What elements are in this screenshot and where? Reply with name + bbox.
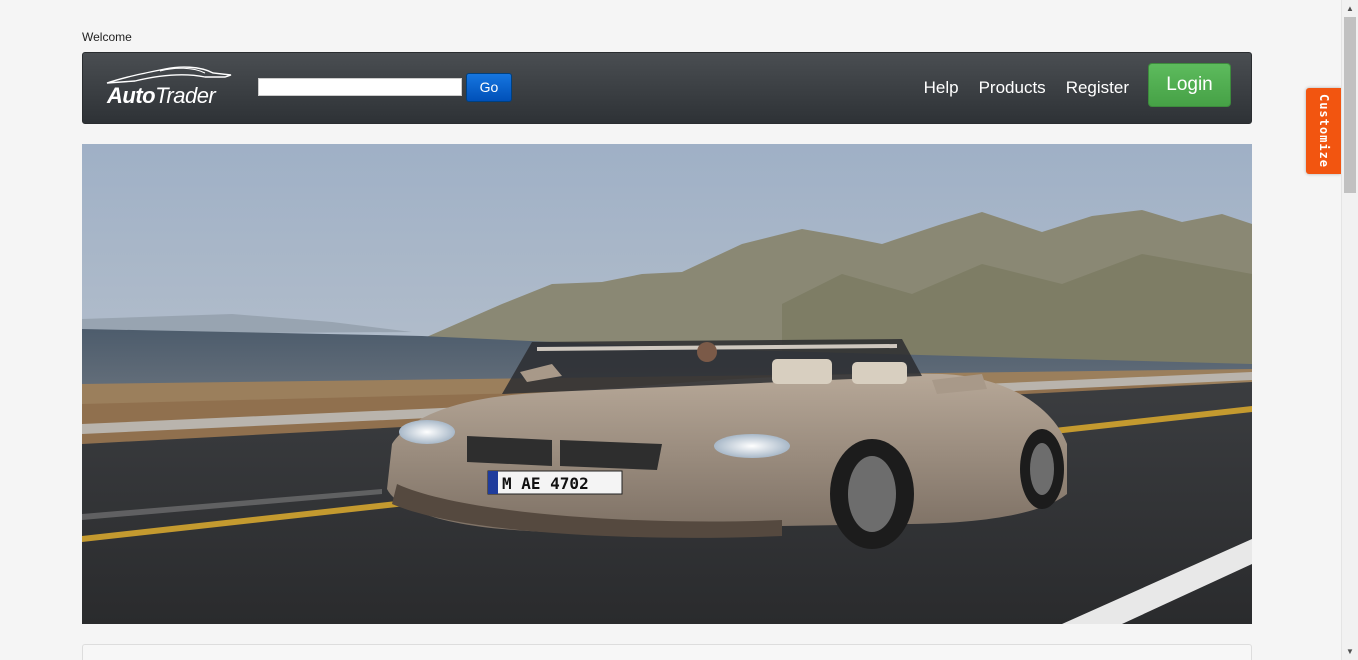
logo-text-auto: Auto <box>107 83 156 108</box>
welcome-text: Welcome <box>82 30 132 44</box>
autotrader-logo[interactable]: AutoTrader <box>105 63 235 111</box>
nav-links: Help Products Register <box>924 77 1129 99</box>
go-button[interactable]: Go <box>466 73 512 102</box>
logo-text-trader: Trader <box>155 83 216 108</box>
login-button[interactable]: Login <box>1148 63 1231 107</box>
scroll-thumb[interactable] <box>1344 17 1356 193</box>
hero-image-car: M AE 4702 <box>82 144 1252 624</box>
search-input[interactable] <box>258 78 462 96</box>
customize-tab[interactable]: Customize <box>1306 88 1341 174</box>
scroll-up-icon[interactable]: ▲ <box>1342 0 1358 17</box>
customize-tab-label: Customize <box>1316 93 1331 169</box>
content-panel <box>82 644 1252 660</box>
nav-link-products[interactable]: Products <box>979 77 1046 99</box>
svg-text:M AE 4702: M AE 4702 <box>502 474 589 493</box>
vertical-scrollbar[interactable]: ▲ ▼ <box>1341 0 1358 660</box>
hero-photo: M AE 4702 <box>82 144 1252 624</box>
nav-link-help[interactable]: Help <box>924 77 959 99</box>
logo-text: AutoTrader <box>107 83 216 109</box>
nav-link-register[interactable]: Register <box>1066 77 1129 99</box>
scroll-down-icon[interactable]: ▼ <box>1342 643 1358 660</box>
navbar: AutoTrader Go Help Products Register Log… <box>82 52 1252 124</box>
page: Welcome AutoTrader Go Help Products Regi… <box>0 0 1358 660</box>
